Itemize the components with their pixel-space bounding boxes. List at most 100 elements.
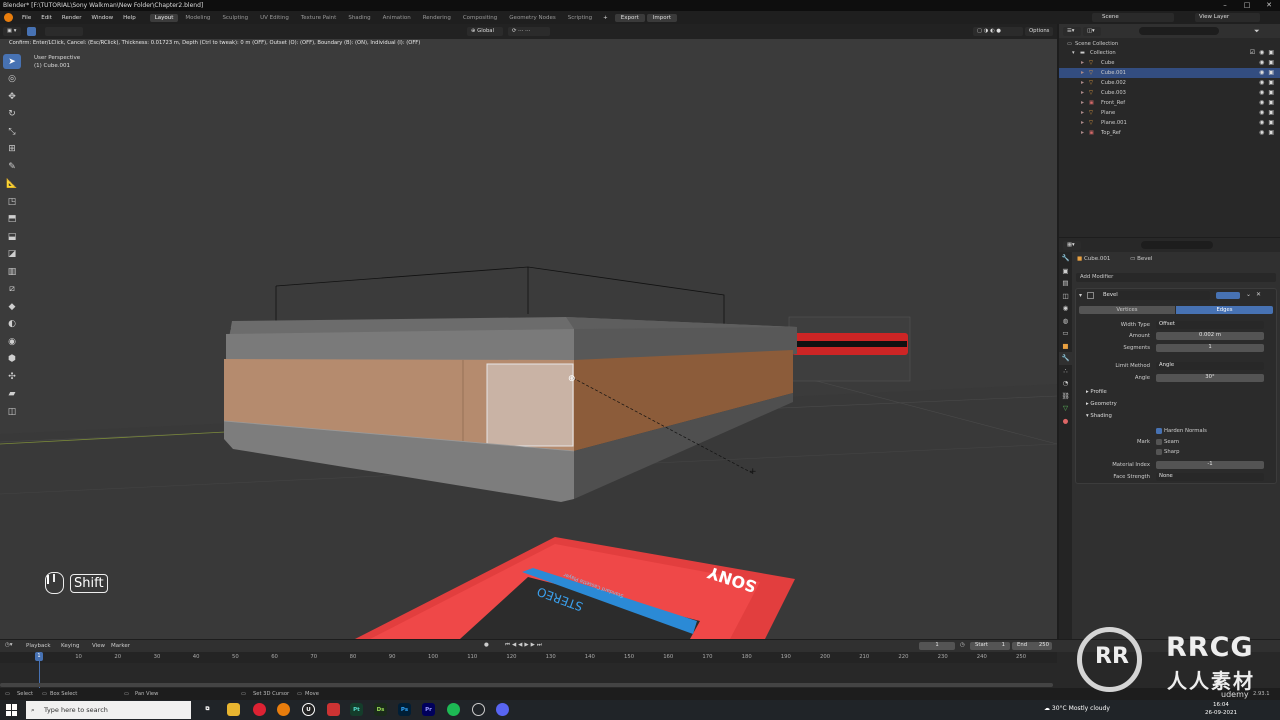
- modifier-display-toggles[interactable]: [1216, 292, 1240, 299]
- object-tab-icon[interactable]: ■: [1059, 340, 1072, 353]
- blender-logo-icon[interactable]: [4, 13, 13, 22]
- view-layer-selector[interactable]: View Layer: [1195, 13, 1260, 22]
- visibility-toggles[interactable]: ◉ ▣: [1259, 108, 1274, 118]
- snap-tools[interactable]: ⟳ ⋯ ⋯: [508, 27, 550, 36]
- width-type-dropdown[interactable]: Offset: [1156, 321, 1264, 329]
- segments-field[interactable]: 1: [1156, 344, 1264, 352]
- visibility-toggles[interactable]: ◉ ▣: [1259, 68, 1274, 78]
- outliner-row-object[interactable]: ▸ ▽ Cube.002 ◉ ▣: [1059, 78, 1280, 88]
- playback-controls[interactable]: ⏮◀◀▶▶⏭: [505, 642, 544, 649]
- editor-type-button[interactable]: ▣ ▾: [3, 27, 21, 36]
- menu-view[interactable]: View: [92, 643, 105, 649]
- modifier-delete-icon[interactable]: ✕: [1256, 291, 1261, 298]
- discord-icon[interactable]: [496, 703, 509, 716]
- import-button[interactable]: Import: [646, 13, 678, 22]
- select-mode-icon[interactable]: [27, 27, 36, 36]
- tab-scripting[interactable]: Scripting: [563, 14, 597, 22]
- menu-file[interactable]: File: [17, 15, 36, 21]
- tab-geometry-nodes[interactable]: Geometry Nodes: [504, 14, 560, 22]
- taskbar-search-input[interactable]: ⌕ Type here to search: [26, 701, 191, 719]
- poly-build-tool-icon[interactable]: ◆: [3, 299, 21, 314]
- timeline-editor-icon[interactable]: ◷▾: [5, 642, 13, 648]
- close-icon[interactable]: ✕: [1258, 0, 1280, 11]
- premiere-icon[interactable]: Pr: [422, 703, 435, 716]
- visibility-toggles[interactable]: ◉ ▣: [1259, 118, 1274, 128]
- tab-modeling[interactable]: Modeling: [180, 14, 215, 22]
- material-tab-icon[interactable]: ●: [1059, 415, 1072, 428]
- outliner-search-input[interactable]: [1139, 27, 1219, 35]
- outliner-row-object[interactable]: ▸ ▣ Front_Ref ◉ ▣: [1059, 98, 1280, 108]
- sharp-checkbox[interactable]: [1156, 449, 1162, 455]
- menu-marker[interactable]: Marker: [111, 643, 130, 649]
- bevel-tool-icon[interactable]: ◪: [3, 247, 21, 262]
- orientation-dropdown[interactable]: ⊕ Global: [467, 27, 503, 36]
- photoshop-icon[interactable]: Ps: [398, 703, 411, 716]
- tab-shading[interactable]: Shading: [343, 14, 375, 22]
- end-frame-field[interactable]: End 250: [1012, 642, 1052, 650]
- menu-edit[interactable]: Edit: [36, 15, 57, 21]
- shear-tool-icon[interactable]: ▰: [3, 387, 21, 402]
- knife-tool-icon[interactable]: ⧄: [3, 282, 21, 297]
- modifier-menu-icon[interactable]: ⌄: [1246, 291, 1251, 298]
- outliner-row-object[interactable]: ▸ ▽ Plane.001 ◉ ▣: [1059, 118, 1280, 128]
- app-icon[interactable]: [327, 703, 340, 716]
- blender-taskbar-icon[interactable]: [277, 703, 290, 716]
- rotate-tool-icon[interactable]: ↻: [3, 107, 21, 122]
- mesh-select-modes[interactable]: [45, 27, 83, 36]
- material-index-field[interactable]: -1: [1156, 461, 1264, 469]
- menu-window[interactable]: Window: [86, 15, 118, 21]
- profile-section[interactable]: ▸ Profile: [1086, 389, 1107, 395]
- scene-tab-icon[interactable]: ◉: [1059, 302, 1072, 315]
- painter-icon[interactable]: Pt: [350, 703, 363, 716]
- tab-texture-paint[interactable]: Texture Paint: [296, 14, 342, 22]
- seam-checkbox[interactable]: [1156, 439, 1162, 445]
- chrome-icon[interactable]: [253, 703, 266, 716]
- outliner-row-object[interactable]: ▸ ▽ Cube.003 ◉ ▣: [1059, 88, 1280, 98]
- 3d-viewport[interactable]: SONY STEREO Standard Cassette Player ⊕ +…: [0, 24, 1057, 639]
- outliner-row-object[interactable]: ▸ ▽ Cube.001 ◉ ▣: [1059, 68, 1280, 78]
- playhead-marker[interactable]: 1: [35, 652, 43, 661]
- export-button[interactable]: Export: [614, 13, 645, 22]
- outliner-row-object[interactable]: ▸ ▽ Cube ◉ ▣: [1059, 58, 1280, 68]
- face-strength-dropdown[interactable]: None: [1156, 473, 1264, 481]
- measure-tool-icon[interactable]: 📐: [3, 177, 21, 192]
- angle-field[interactable]: 30°: [1156, 374, 1264, 382]
- collection-visibility[interactable]: ☑ ◉ ▣: [1250, 48, 1274, 58]
- menu-help[interactable]: Help: [118, 15, 141, 21]
- transform-tool-icon[interactable]: ⊞: [3, 142, 21, 157]
- properties-search-input[interactable]: [1141, 241, 1213, 249]
- tab-uv-editing[interactable]: UV Editing: [255, 14, 294, 22]
- tab-layout[interactable]: Layout: [149, 13, 179, 22]
- app-icon[interactable]: [472, 703, 485, 716]
- tab-vertices[interactable]: Vertices: [1079, 306, 1175, 314]
- collapse-icon[interactable]: ▾: [1079, 292, 1082, 299]
- add-workspace-button[interactable]: +: [598, 15, 613, 21]
- edge-slide-tool-icon[interactable]: ⬢: [3, 352, 21, 367]
- inset-tool-icon[interactable]: ⬓: [3, 229, 21, 244]
- visibility-toggles[interactable]: ◉ ▣: [1259, 58, 1274, 68]
- menu-playback[interactable]: Playback: [26, 643, 51, 649]
- menu-render[interactable]: Render: [57, 15, 87, 21]
- shrink-tool-icon[interactable]: ✣: [3, 369, 21, 384]
- tab-sculpting[interactable]: Sculpting: [217, 14, 253, 22]
- amount-field[interactable]: 0.002 m: [1156, 332, 1264, 340]
- view-layer-tab-icon[interactable]: ◫: [1059, 290, 1072, 303]
- add-modifier-dropdown[interactable]: Add Modifier: [1076, 273, 1276, 282]
- visibility-toggles[interactable]: ◉ ▣: [1259, 78, 1274, 88]
- particles-tab-icon[interactable]: ∴: [1059, 365, 1072, 378]
- maximize-icon[interactable]: □: [1236, 0, 1258, 11]
- harden-normals-checkbox[interactable]: [1156, 428, 1162, 434]
- timeline-scrollbar[interactable]: [0, 683, 1053, 687]
- tab-rendering[interactable]: Rendering: [418, 14, 456, 22]
- options-dropdown[interactable]: Options: [1025, 27, 1053, 36]
- loop-cut-tool-icon[interactable]: ▥: [3, 264, 21, 279]
- limit-method-dropdown[interactable]: Angle: [1156, 362, 1264, 370]
- weather-widget[interactable]: ☁ 30°C Mostly cloudy: [1044, 705, 1110, 712]
- shading-section[interactable]: ▾ Shading: [1086, 413, 1112, 419]
- unreal-icon[interactable]: U: [302, 703, 315, 716]
- annotate-tool-icon[interactable]: ✎: [3, 159, 21, 174]
- clock[interactable]: 16:04 26-09-2021: [1205, 701, 1237, 717]
- move-tool-icon[interactable]: ✥: [3, 89, 21, 104]
- outliner-row-collection[interactable]: ▾ ▬ Collection ☑ ◉ ▣: [1059, 48, 1280, 58]
- constraints-tab-icon[interactable]: ⛓: [1059, 390, 1072, 403]
